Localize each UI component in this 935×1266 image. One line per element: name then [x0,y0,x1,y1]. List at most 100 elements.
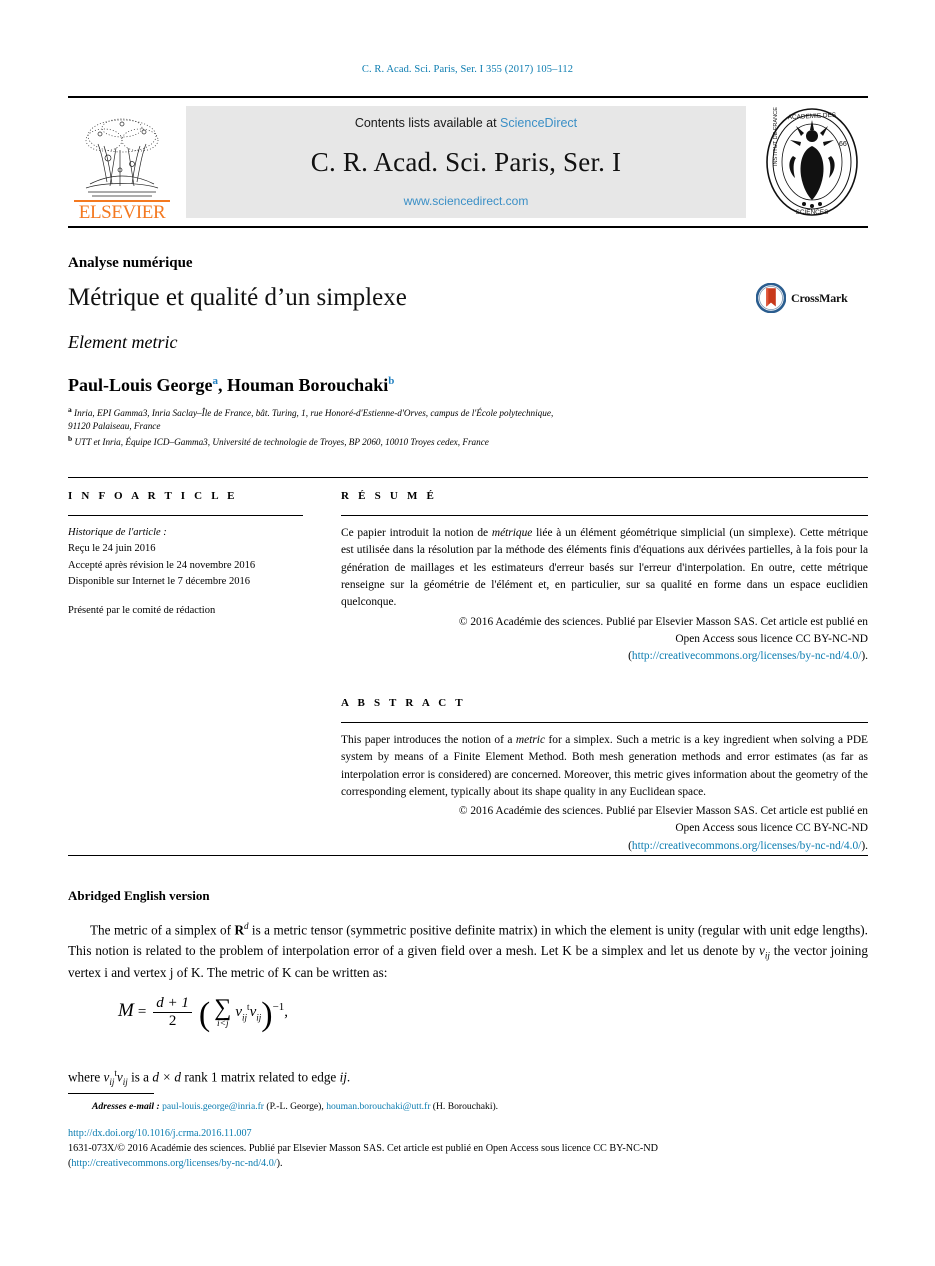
history-accepted: Accepté après révision le 24 novembre 20… [68,559,256,571]
after-formula-dxd: d × d [152,1069,182,1085]
presented-by: Présenté par le comité de rédaction [68,605,216,617]
abstract-text-emphasis: metric [515,733,546,746]
abstract-copyright: © 2016 Académie des sciences. Publié par… [341,803,868,854]
formula-fraction-numerator: d + 1 [156,995,189,1011]
blackboard-r: R [234,922,244,938]
resume-copyright-line1: © 2016 Académie des sciences. Publié par… [458,615,868,628]
affiliation-b-marker: b [68,433,73,443]
page-title: Métrique et qualité d’un simplexe [68,284,407,311]
formula-sum-symbol: ∑ [214,994,232,1021]
after-formula-part1: where [68,1069,104,1085]
affiliation-a-line2: 91120 Palaiseau, France [68,421,161,432]
academie-des-sciences-seal-icon: ACADEMIE DES SCIENCES INSTITUT DE FRANCE… [766,107,858,216]
footnote-rule [68,1093,154,1094]
abstract-copyright-line2: Open Access sous licence CC BY-NC-ND [675,822,868,835]
affiliation-b: b UTT et Inria, Équipe ICD–Gamma3, Unive… [68,434,768,449]
info-heading-rule [68,515,303,516]
article-info-column: I N F O A R T I C L E Historique de l'ar… [68,490,303,619]
email-link-2[interactable]: houman.borouchaki@utt.fr [326,1101,430,1112]
footer-legal: http://dx.doi.org/10.1016/j.crma.2016.11… [68,1126,888,1171]
after-formula-v1-sub: ij [109,1077,115,1088]
formula-paren-open: ( [198,996,211,1034]
journal-band: Contents lists available at ScienceDirec… [186,106,746,218]
formula-trailing-comma: , [284,1004,289,1021]
academie-seal: ACADEMIE DES SCIENCES INSTITUT DE FRANCE… [756,98,868,226]
after-formula-part2: is a [127,1069,153,1085]
abstract-gap [341,665,868,697]
issn-copyright-line: 1631-073X/© 2016 Académie des sciences. … [68,1143,659,1155]
abstract-copyright-line1: © 2016 Académie des sciences. Publié par… [458,805,868,818]
formula-summation: ∑ i<j [214,996,231,1030]
email-owner-2: (H. Borouchaki). [430,1101,499,1112]
author-list: Paul-Louis Georgea, Houman Borouchakib [68,375,394,396]
resume-copyright: © 2016 Académie des sciences. Publié par… [341,614,868,665]
abstract-text-part1: This paper introduces the notion of a [341,733,516,746]
resume-copyright-line2: Open Access sous licence CC BY-NC-ND [675,632,868,645]
doi-link[interactable]: http://dx.doi.org/10.1016/j.crma.2016.11… [68,1126,888,1141]
email-owner-1: (P.-L. George), [264,1101,324,1112]
elsevier-tree-icon [85,118,159,197]
article-page: C. R. Acad. Sci. Paris, Ser. I 355 (2017… [0,0,935,1266]
sciencedirect-link[interactable]: ScienceDirect [500,116,577,130]
elsevier-wordmark: ELSEVIER [74,200,170,222]
contents-available-line: Contents lists available at ScienceDirec… [355,116,577,130]
body-paragraph: The metric of a simplex of Rd is a metri… [68,920,868,984]
crossmark-badge[interactable]: CrossMark [756,283,848,313]
metric-formula: M = d + 1 2 ( ∑ i<j vijtvij)−1, [118,995,288,1034]
author-2-name: , Houman Borouchaki [218,375,389,395]
journal-url[interactable]: www.sciencedirect.com [404,194,529,208]
subject-area: Analyse numérique [68,255,193,271]
info-heading: I N F O A R T I C L E [68,490,238,502]
svg-text:66: 66 [839,141,847,148]
footer-license-link[interactable]: http://creativecommons.org/licenses/by-n… [71,1158,276,1169]
resume-text-emphasis: métrique [491,527,533,539]
email-link-1[interactable]: paul-louis.george@inria.fr [162,1101,264,1112]
formula-sum-limit: i<j [216,1018,229,1029]
history-spacer [68,590,303,603]
resume-license-link[interactable]: http://creativecommons.org/licenses/by-n… [632,650,861,662]
crossmark-icon [756,283,786,313]
abstract-heading-rule [341,721,868,723]
author-1-name: Paul-Louis George [68,375,213,395]
history-online: Disponible sur Internet le 7 décembre 20… [68,575,250,587]
abstract-block-top-rule [68,477,868,478]
running-head: C. R. Acad. Sci. Paris, Ser. I 355 (2017… [361,64,574,75]
journal-title: C. R. Acad. Sci. Paris, Ser. I [310,146,622,177]
affiliation-b-line1: UTT et Inria, Équipe ICD–Gamma3, Univers… [74,436,489,447]
affiliations: a Inria, EPI Gamma3, Inria Saclay–Île de… [68,405,768,449]
formula-fraction-denominator: 2 [153,1012,192,1030]
email-label: Adresses e-mail : [92,1101,160,1112]
section-heading-abridged: Abridged English version [68,888,210,903]
affiliation-a: a Inria, EPI Gamma3, Inria Saclay–Île de… [68,405,768,434]
article-history: Historique de l'article : Reçu le 24 jui… [68,525,303,619]
contents-prefix: Contents lists available at [354,116,501,130]
footer-license-close: ). [276,1158,283,1170]
formula-fraction: d + 1 2 [153,995,192,1030]
article-subtitle: Element metric [68,332,178,352]
author-2-affiliation-marker[interactable]: b [388,375,394,387]
resume-heading: R É S U M É [341,490,438,502]
resume-text-part2: liée à un élément géométrique simplicial… [341,527,868,609]
footer-license-line: (http://creativecommons.org/licenses/by-… [68,1156,888,1171]
resume-license-close: ). [861,649,868,662]
abstract-block-bottom-rule [68,855,868,856]
formula-equals: = [137,1004,147,1021]
after-formula-part4: . [346,1069,351,1085]
after-formula-text: where vijtvij is a d × d rank 1 matrix r… [68,1068,868,1087]
abstract-heading: A B S T R A C T [341,696,466,709]
svg-text:INSTITUT DE FRANCE: INSTITUT DE FRANCE [773,107,779,166]
abstract-license: (http://creativecommons.org/licenses/by-… [341,838,868,855]
affiliation-a-line1: Inria, EPI Gamma3, Inria Saclay–Île de F… [74,408,554,419]
crossmark-label: CrossMark [791,290,848,305]
formula-exponent: −1 [272,1000,285,1013]
formula-lhs: M [118,1000,134,1022]
history-received: Reçu le 24 juin 2016 [68,543,156,555]
abstract-license-link[interactable]: http://creativecommons.org/licenses/by-n… [632,840,861,852]
email-footnote: Adresses e-mail : paul-louis.george@inri… [68,1101,868,1112]
abstract-column: R É S U M É Ce papier introduit la notio… [341,490,868,855]
resume-text: Ce papier introduit la notion de métriqu… [341,525,868,612]
abstract-text: This paper introduces the notion of a me… [341,732,868,801]
body-part1: The metric of a simplex of [90,922,235,938]
history-label: Historique de l'article : [68,527,167,538]
resume-heading-rule [341,515,868,516]
